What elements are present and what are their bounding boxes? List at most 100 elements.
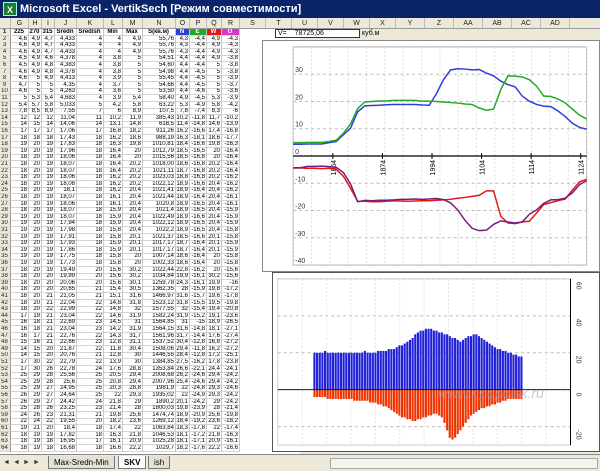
column-header-ad[interactable]: AD [541, 18, 570, 28]
bar[interactable] [355, 352, 358, 390]
column-header-j[interactable]: J [55, 18, 77, 28]
bar[interactable] [430, 389, 433, 416]
table-cell[interactable]: -17,6 [190, 444, 207, 452]
bar[interactable] [374, 352, 377, 390]
bar[interactable] [361, 389, 364, 401]
bar[interactable] [387, 389, 390, 409]
bar[interactable] [395, 389, 398, 414]
bar[interactable] [363, 350, 366, 390]
bar[interactable] [358, 352, 361, 390]
bar[interactable] [385, 389, 388, 407]
bar[interactable] [435, 330, 438, 390]
table-cell[interactable]: 18 [11, 444, 29, 452]
bar-chart[interactable]: 60 40 20 0 -20 [272, 272, 600, 452]
bar[interactable] [427, 389, 430, 416]
bar[interactable] [353, 389, 356, 401]
bar[interactable] [387, 349, 390, 390]
bar[interactable] [366, 389, 369, 401]
column-header-aa[interactable]: AA [454, 18, 483, 28]
bar[interactable] [496, 349, 499, 390]
horizontal-scrollbar[interactable] [330, 458, 598, 469]
row-number[interactable]: 64 [0, 444, 11, 452]
bar[interactable] [321, 389, 324, 398]
bar[interactable] [443, 334, 446, 390]
column-header-w[interactable]: W [344, 18, 370, 28]
bar[interactable] [424, 389, 427, 418]
bar[interactable] [477, 336, 481, 390]
bar[interactable] [382, 350, 385, 390]
bar[interactable] [379, 389, 382, 405]
column-header-x[interactable]: X [370, 18, 396, 28]
volume-cell[interactable]: V= 78725,06 [275, 29, 360, 38]
bar[interactable] [485, 341, 488, 390]
bar[interactable] [411, 337, 414, 390]
bar[interactable] [430, 328, 433, 390]
tab-skv[interactable]: SKV [118, 456, 147, 469]
select-all-corner[interactable] [0, 18, 11, 28]
bar[interactable] [323, 350, 327, 390]
bar[interactable] [459, 341, 462, 390]
bar[interactable] [398, 345, 401, 390]
bar[interactable] [499, 349, 502, 390]
column-header-o[interactable]: O [176, 18, 190, 28]
bar[interactable] [416, 332, 420, 390]
bar[interactable] [395, 347, 398, 390]
bar[interactable] [467, 336, 470, 390]
table-cell[interactable]: -16,6 [222, 444, 240, 452]
bar[interactable] [334, 352, 337, 390]
bar[interactable] [371, 352, 374, 390]
bar[interactable] [337, 352, 340, 390]
bar[interactable] [501, 350, 504, 390]
bar[interactable] [438, 332, 441, 390]
bar[interactable] [323, 389, 327, 398]
bar[interactable] [382, 389, 385, 407]
bar[interactable] [326, 352, 329, 390]
bar[interactable] [313, 389, 316, 398]
bar[interactable] [331, 389, 335, 399]
bar[interactable] [321, 352, 324, 390]
bar[interactable] [406, 341, 409, 390]
table-cell[interactable]: 16,68 [55, 444, 77, 452]
column-header-u[interactable]: U [292, 18, 318, 28]
bar[interactable] [414, 389, 417, 422]
table-cell[interactable]: 22,2 [207, 444, 222, 452]
table-cell[interactable]: 18 [77, 444, 104, 452]
bar[interactable] [345, 389, 348, 399]
bar[interactable] [329, 389, 332, 399]
bar[interactable] [406, 389, 409, 420]
line-chart[interactable]: 3020100-10-20-30-401864 1874 1994 1104 1114 1… [262, 40, 600, 272]
column-header-l[interactable]: L [104, 18, 123, 28]
bar[interactable] [355, 389, 358, 401]
column-header-i[interactable]: I [42, 18, 55, 28]
bar[interactable] [361, 352, 364, 390]
column-header-g[interactable]: G [11, 18, 29, 28]
bar[interactable] [427, 328, 430, 390]
table-cell[interactable]: 16,6 [104, 444, 123, 452]
column-header-z[interactable]: Z [425, 18, 454, 28]
bar[interactable] [347, 389, 351, 399]
column-header-t[interactable]: T [266, 18, 292, 28]
bar[interactable] [342, 389, 345, 399]
bar[interactable] [440, 332, 443, 390]
bar[interactable] [493, 347, 496, 390]
bar[interactable] [446, 334, 449, 390]
bar[interactable] [353, 352, 356, 390]
bar[interactable] [432, 330, 435, 390]
bar[interactable] [414, 334, 417, 390]
bar[interactable] [403, 343, 406, 390]
table-cell[interactable]: 18 [42, 444, 55, 452]
bar[interactable] [369, 352, 372, 390]
bar[interactable] [422, 330, 425, 390]
bar[interactable] [398, 389, 401, 416]
bar[interactable] [469, 336, 473, 390]
column-header-v[interactable]: V [318, 18, 344, 28]
last-sheet-icon[interactable]: ► [32, 457, 41, 468]
bar[interactable] [461, 339, 465, 390]
bar[interactable] [483, 339, 486, 390]
bar[interactable] [358, 389, 361, 401]
bar[interactable] [464, 337, 467, 390]
table-cell[interactable]: 18,2 [176, 444, 190, 452]
bar[interactable] [337, 389, 340, 399]
bar[interactable] [390, 349, 393, 390]
column-header-n[interactable]: N [143, 18, 176, 28]
